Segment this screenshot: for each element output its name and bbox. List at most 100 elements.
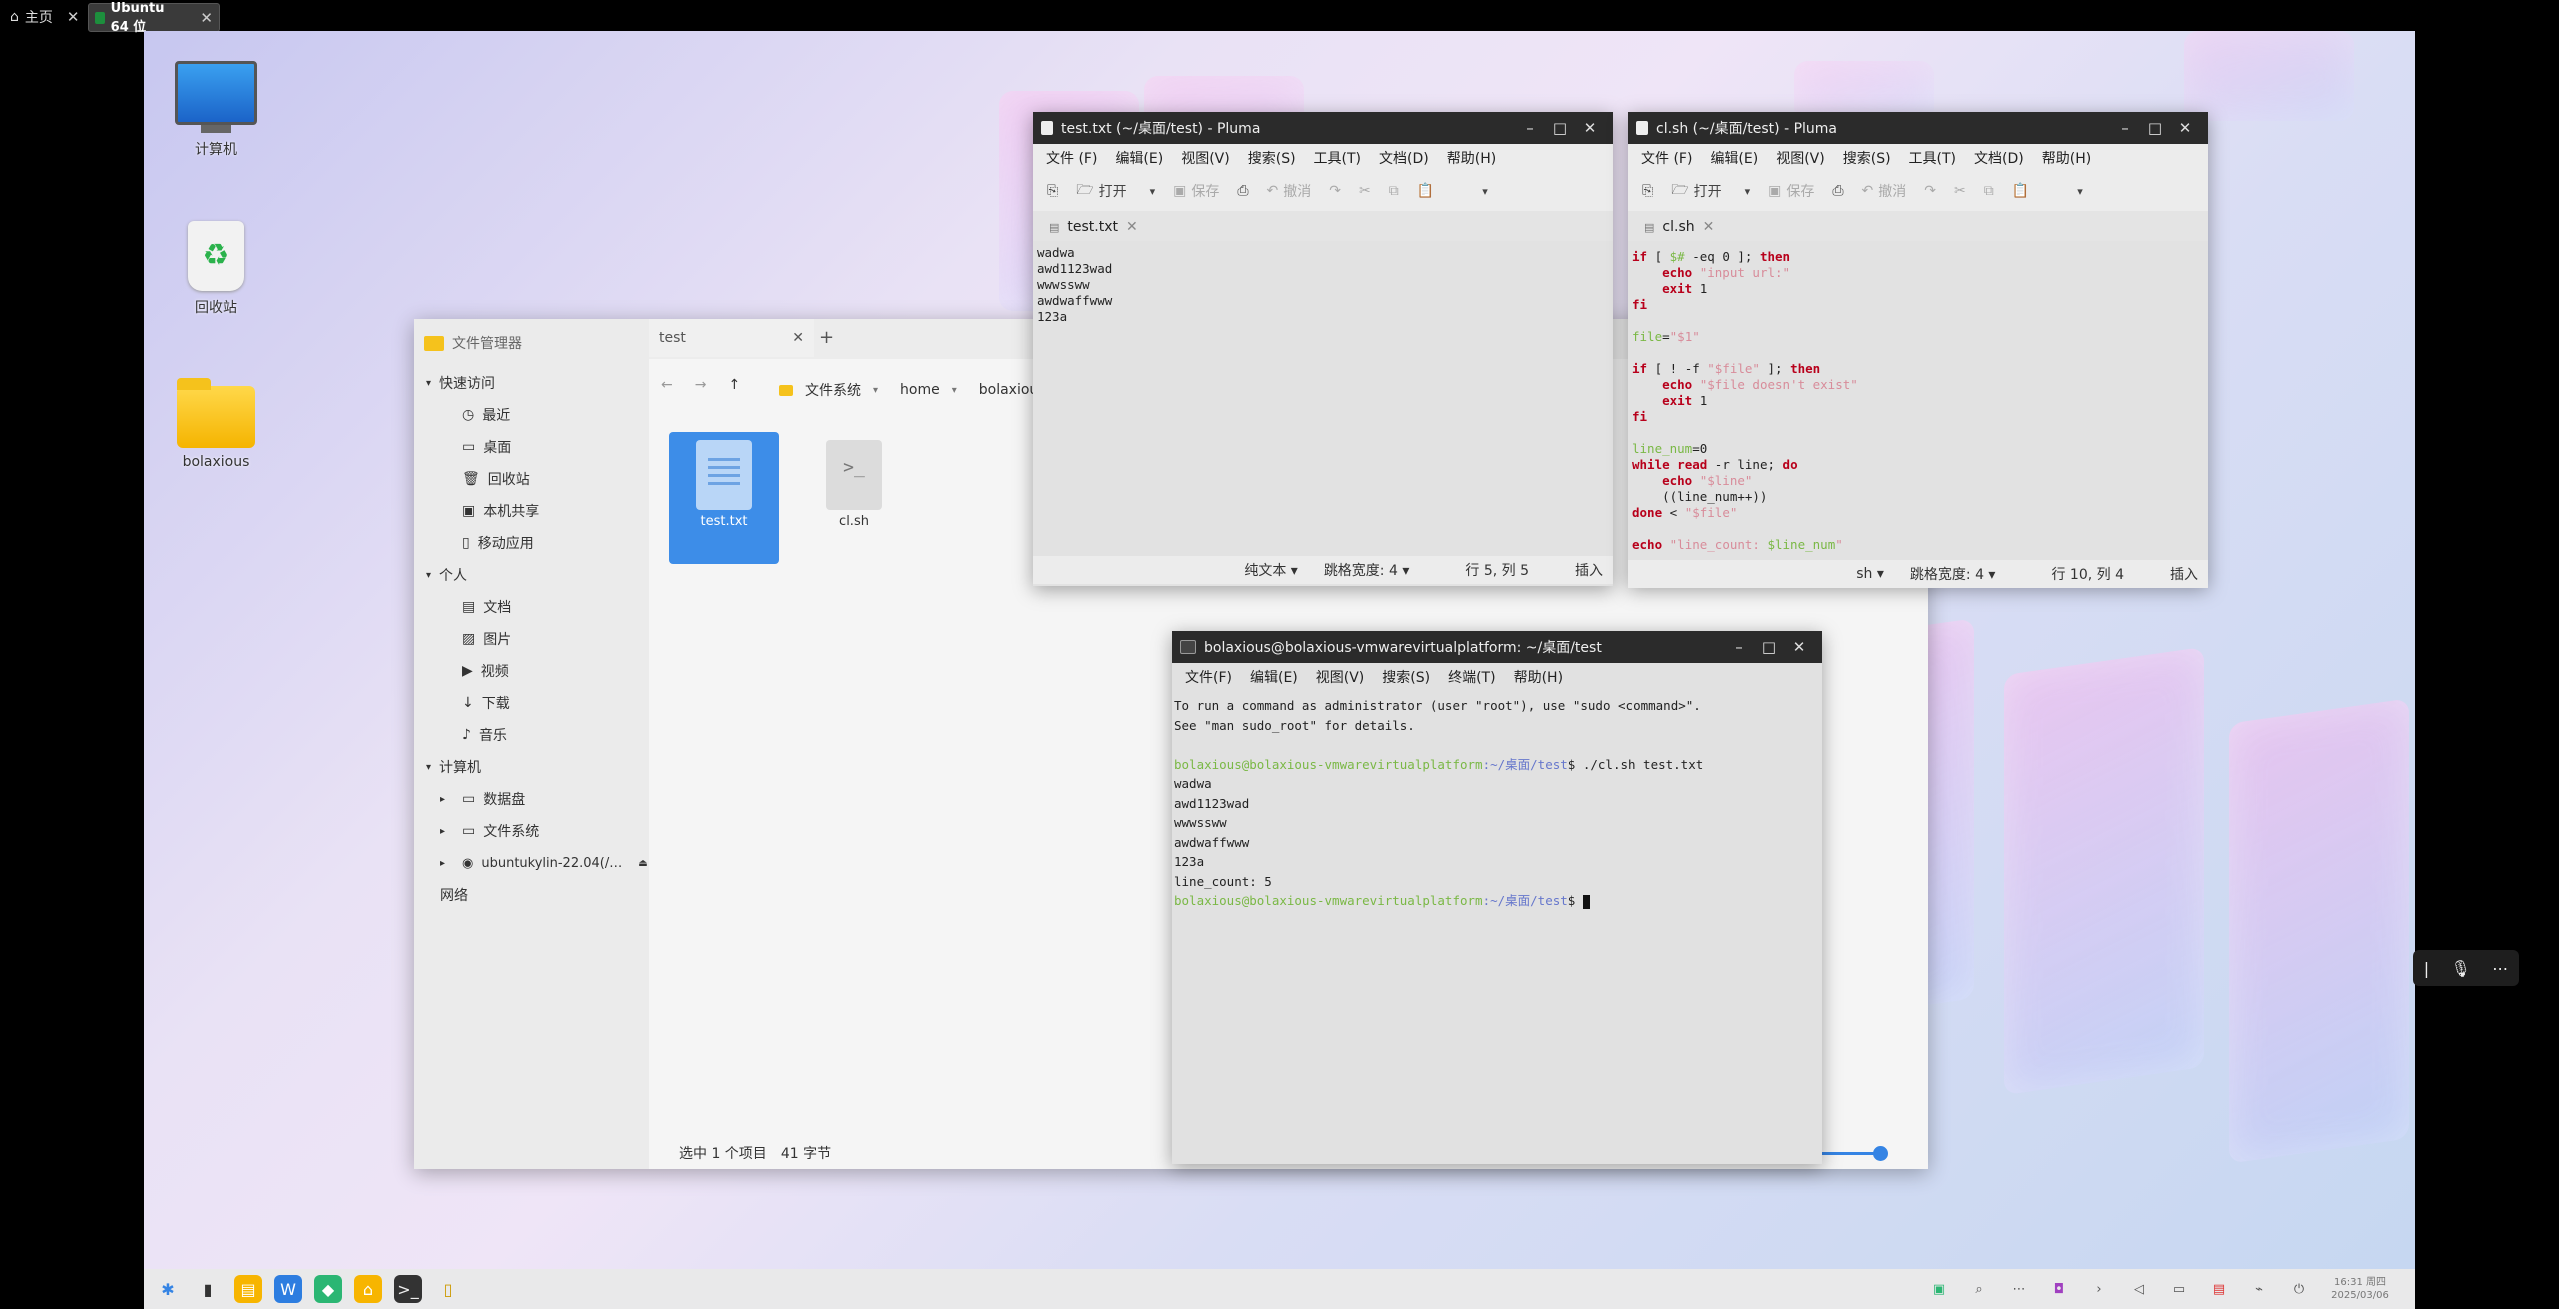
notification-icon[interactable]: ▤ <box>2205 1275 2233 1303</box>
close-icon[interactable]: ✕ <box>2170 119 2200 137</box>
terminal-output[interactable]: To run a command as administrator (user … <box>1172 690 1822 917</box>
open-button[interactable]: 🗁 打开 ▾ <box>1663 176 1758 206</box>
chevron-right-icon[interactable]: › <box>2085 1275 2113 1303</box>
close-icon[interactable]: ✕ <box>1703 219 1715 235</box>
undo-button[interactable]: ↶ 撤消 <box>1854 176 1915 206</box>
menu-documents[interactable]: 文档(D) <box>1967 148 2031 168</box>
close-icon[interactable]: ✕ <box>792 330 804 346</box>
copy-button[interactable]: ⧉ <box>1976 176 2002 206</box>
copy-button[interactable]: ⧉ <box>1381 176 1407 206</box>
maximize-icon[interactable]: □ <box>2140 119 2170 137</box>
menu-terminal[interactable]: 终端(T) <box>1441 667 1502 687</box>
tray-app-icon[interactable]: ◘ <box>2045 1275 2073 1303</box>
more-button[interactable]: ▾ <box>2069 176 2091 206</box>
start-menu-icon[interactable]: ✱ <box>154 1275 182 1303</box>
cut-button[interactable]: ✂ <box>1351 176 1379 206</box>
power-icon[interactable]: ⏻ <box>2285 1275 2313 1303</box>
sidebar-item-data-disk[interactable]: ▸ ▭ 数据盘 <box>414 783 649 815</box>
minimize-icon[interactable]: – <box>1515 119 1545 137</box>
sidebar-item-mobile[interactable]: ▯ 移动应用 <box>414 527 649 559</box>
save-button[interactable]: ▣ 保存 <box>1165 176 1227 206</box>
code-editor[interactable]: if [ $# -eq 0 ]; then echo "input url:" … <box>1628 241 2208 560</box>
menu-edit[interactable]: 编辑(E) <box>1703 148 1765 168</box>
more-icon[interactable]: ⋯ <box>2005 1275 2033 1303</box>
eject-icon[interactable]: ⏏ <box>638 858 647 869</box>
pluma-taskbar-icon[interactable]: ▯ <box>434 1275 462 1303</box>
menu-file[interactable]: 文件 (F) <box>1634 148 1699 168</box>
breadcrumb-item[interactable]: home <box>900 382 940 398</box>
search-icon[interactable]: ⌕ <box>1965 1275 1993 1303</box>
open-button[interactable]: 🗁 打开 ▾ <box>1068 176 1163 206</box>
menu-view[interactable]: 视图(V) <box>1309 667 1372 687</box>
menu-view[interactable]: 视图(V) <box>1769 148 1832 168</box>
host-tab-ubuntu[interactable]: Ubuntu 64 位 ✕ <box>88 1 220 35</box>
minimize-icon[interactable]: – <box>1724 638 1754 656</box>
tab-test[interactable]: test ✕ <box>649 319 814 357</box>
tab-width-selector[interactable]: 跳格宽度: 4 ▾ <box>1910 564 1996 584</box>
sidebar-item-network[interactable]: 网络 <box>414 879 649 911</box>
language-selector[interactable]: sh ▾ <box>1856 566 1884 582</box>
sidebar-section-computer[interactable]: ▾ 计算机 <box>414 751 649 783</box>
close-icon[interactable]: ✕ <box>1575 119 1605 137</box>
host-tab-home[interactable]: ⌂ 主页 ✕ <box>4 3 85 30</box>
menu-help[interactable]: 帮助(H) <box>1507 667 1570 687</box>
menu-file[interactable]: 文件(F) <box>1178 667 1239 687</box>
sidebar-item-pictures[interactable]: ▨ 图片 <box>414 623 649 655</box>
desktop-icon-computer[interactable]: 计算机 <box>156 61 276 159</box>
home-folder-taskbar-icon[interactable]: ⌂ <box>354 1275 382 1303</box>
sidebar-section-quick[interactable]: ▾ 快速访问 <box>414 367 649 399</box>
forward-arrow-icon[interactable]: → <box>695 377 707 393</box>
network-icon[interactable]: ▭ <box>2165 1275 2193 1303</box>
close-icon[interactable]: ✕ <box>1126 219 1138 235</box>
tab-width-selector[interactable]: 跳格宽度: 4 ▾ <box>1324 560 1410 580</box>
tab-cl-sh[interactable]: ▤ cl.sh ✕ <box>1634 213 1725 241</box>
menu-search[interactable]: 搜索(S) <box>1241 148 1303 168</box>
close-icon[interactable]: ✕ <box>67 8 80 26</box>
text-cursor-icon[interactable]: | <box>2424 959 2429 978</box>
breadcrumb-item[interactable]: 文件系统 <box>805 380 861 400</box>
sidebar-item-documents[interactable]: ▤ 文档 <box>414 591 649 623</box>
sidebar-item-cdrom[interactable]: ▸ ◉ ubuntukylin-22.04(/… ⏏ <box>414 847 649 879</box>
file-item-cl-sh[interactable]: >_ cl.sh <box>799 432 909 529</box>
sidebar-item-music[interactable]: ♪ 音乐 <box>414 719 649 751</box>
sidebar-section-personal[interactable]: ▾ 个人 <box>414 559 649 591</box>
desktop-icon-home[interactable]: bolaxious <box>156 378 276 470</box>
redo-button[interactable]: ↷ <box>1321 176 1349 206</box>
sidebar-item-trash[interactable]: 🗑 回收站 <box>414 463 649 495</box>
language-selector[interactable]: 纯文本 ▾ <box>1244 560 1297 580</box>
file-item-test-txt[interactable]: test.txt <box>669 432 779 564</box>
new-tab-button[interactable]: + <box>819 327 834 348</box>
zoom-slider-handle[interactable] <box>1873 1146 1888 1161</box>
wps-taskbar-icon[interactable]: W <box>274 1275 302 1303</box>
maximize-icon[interactable]: □ <box>1545 119 1575 137</box>
menu-edit[interactable]: 编辑(E) <box>1108 148 1170 168</box>
menu-help[interactable]: 帮助(H) <box>1440 148 1503 168</box>
menu-help[interactable]: 帮助(H) <box>2035 148 2098 168</box>
maximize-icon[interactable]: □ <box>1754 638 1784 656</box>
up-arrow-icon[interactable]: ↑ <box>728 377 740 393</box>
more-icon[interactable]: ⋯ <box>2492 959 2508 978</box>
menu-search[interactable]: 搜索(S) <box>1836 148 1898 168</box>
chevron-down-icon[interactable]: ▾ <box>873 385 878 396</box>
new-document-button[interactable]: ⎘ <box>1039 176 1066 206</box>
text-editor[interactable]: wadwa awd1123wad wwwssww awdwaffwww 123a <box>1033 241 1613 556</box>
sidebar-item-desktop[interactable]: ▭ 桌面 <box>414 431 649 463</box>
print-button[interactable]: ⎙ <box>1229 176 1256 206</box>
close-icon[interactable]: ✕ <box>1784 638 1814 656</box>
sidebar-item-videos[interactable]: ▶ 视频 <box>414 655 649 687</box>
chevron-down-icon[interactable]: ▾ <box>952 385 957 396</box>
menu-edit[interactable]: 编辑(E) <box>1243 667 1305 687</box>
save-button[interactable]: ▣ 保存 <box>1760 176 1822 206</box>
zoom-slider[interactable] <box>1820 1146 1888 1161</box>
tray-clipboard-icon[interactable]: ▣ <box>1925 1275 1953 1303</box>
cut-button[interactable]: ✂ <box>1946 176 1974 206</box>
clock[interactable]: 16:31 周四 2025/03/06 <box>2325 1276 2395 1302</box>
paste-button[interactable]: 📋 <box>2004 176 2037 206</box>
minimize-icon[interactable]: – <box>2110 119 2140 137</box>
menu-tools[interactable]: 工具(T) <box>1902 148 1963 168</box>
terminal-taskbar-icon[interactable]: >_ <box>394 1275 422 1303</box>
file-manager-taskbar-icon[interactable]: ▤ <box>234 1275 262 1303</box>
more-button[interactable]: ▾ <box>1474 176 1496 206</box>
back-arrow-icon[interactable]: ← <box>661 377 673 393</box>
menu-tools[interactable]: 工具(T) <box>1307 148 1368 168</box>
